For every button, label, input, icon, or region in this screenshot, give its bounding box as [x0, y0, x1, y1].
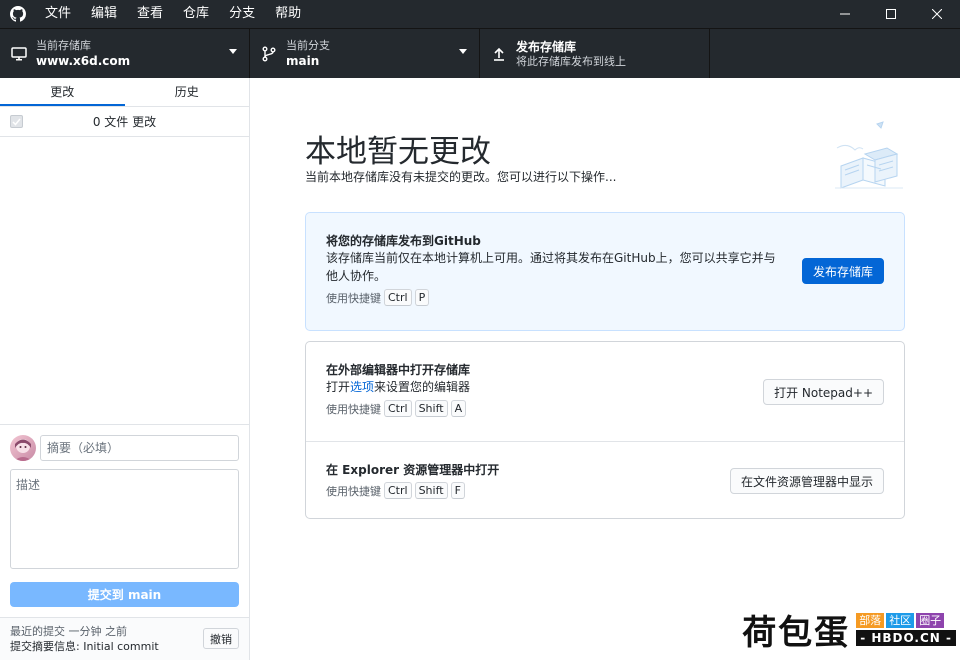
- key-p: P: [414, 289, 430, 306]
- open-editor-desc-pre: 打开: [326, 380, 351, 394]
- avatar: [10, 435, 36, 461]
- key-ctrl: Ctrl: [384, 400, 412, 417]
- watermark-tag: 圈子: [916, 613, 945, 628]
- open-editor-title: 在外部编辑器中打开存储库: [326, 363, 471, 377]
- sidebar: 更改 历史 0 文件 更改 提交到 main 最近的提交 一分钟 之前 提交摘要…: [0, 78, 250, 660]
- key-ctrl: Ctrl: [384, 482, 412, 499]
- publish-shortcut: 使用快捷键 Ctrl P: [326, 289, 884, 306]
- publish-subtitle: 将此存储库发布到线上: [516, 54, 626, 68]
- tab-history[interactable]: 历史: [125, 78, 250, 106]
- menu-edit[interactable]: 编辑: [81, 0, 127, 28]
- show-in-explorer-button[interactable]: 在文件资源管理器中显示: [729, 468, 884, 494]
- maximize-icon: [886, 9, 896, 19]
- changes-count: 0 文件 更改: [92, 115, 157, 129]
- changes-header: 0 文件 更改: [0, 107, 249, 137]
- caret-down-icon: [229, 49, 237, 54]
- publish-card-title: 将您的存储库发布到GitHub: [326, 234, 481, 248]
- undo-button[interactable]: 撤销: [203, 628, 239, 649]
- key-shift: Shift: [414, 482, 448, 499]
- close-icon: [932, 9, 942, 19]
- shortcut-label: 使用快捷键: [326, 402, 381, 416]
- main-panel: 本地暂无更改 当前本地存储库没有未提交的更改。您可以进行以下操作... 将您的存…: [250, 78, 960, 660]
- github-logo-icon: [0, 0, 36, 28]
- minimize-icon: [840, 13, 850, 15]
- page-subtitle: 当前本地存储库没有未提交的更改。您可以进行以下操作...: [305, 170, 617, 184]
- options-link[interactable]: 选项: [350, 380, 374, 394]
- title-bar: 文件 编辑 查看 仓库 分支 帮助: [0, 0, 960, 28]
- repository-name: www.x6d.com: [36, 53, 131, 68]
- branch-label: 当前分支: [286, 38, 330, 52]
- watermark-tag: 社区: [886, 613, 915, 628]
- shortcut-label: 使用快捷键: [326, 291, 381, 305]
- menu-bar: 文件 编辑 查看 仓库 分支 帮助: [36, 0, 311, 28]
- open-editor-description: 打开选项来设置您的编辑器: [326, 378, 786, 396]
- repository-label: 当前存储库: [36, 38, 91, 52]
- watermark-tag: 部落: [856, 613, 885, 628]
- current-branch-button[interactable]: 当前分支 main: [250, 29, 480, 78]
- description-input[interactable]: [10, 469, 239, 569]
- key-shift: Shift: [414, 400, 448, 417]
- key-f: F: [450, 482, 465, 499]
- publish-title: 发布存储库: [516, 39, 577, 54]
- commit-form: 提交到 main: [0, 424, 249, 617]
- empty-state-illustration: [835, 121, 903, 189]
- git-branch-icon: [260, 45, 278, 63]
- menu-branch[interactable]: 分支: [219, 0, 265, 28]
- close-button[interactable]: [914, 0, 960, 28]
- publish-card: 将您的存储库发布到GitHub 该存储库当前仅在本地计算机上可用。通过将其发布在…: [305, 212, 905, 331]
- menu-repository[interactable]: 仓库: [173, 0, 219, 28]
- caret-down-icon: [459, 49, 467, 54]
- window-controls: [822, 0, 960, 28]
- key-ctrl: Ctrl: [384, 289, 412, 306]
- watermark-tags: 部落 社区 圈子: [856, 613, 956, 628]
- actions-card: 在外部编辑器中打开存储库 打开选项来设置您的编辑器 使用快捷键 Ctrl Shi…: [305, 341, 905, 519]
- open-in-notepad-button[interactable]: 打开 Notepad++: [763, 379, 884, 405]
- open-editor-row: 在外部编辑器中打开存储库 打开选项来设置您的编辑器 使用快捷键 Ctrl Shi…: [306, 342, 904, 441]
- monitor-icon: [10, 45, 28, 63]
- shortcut-label: 使用快捷键: [326, 484, 381, 498]
- page-title: 本地暂无更改: [305, 134, 491, 170]
- upload-icon: [490, 45, 508, 63]
- menu-help[interactable]: 帮助: [265, 0, 311, 28]
- sidebar-tabs: 更改 历史: [0, 78, 249, 107]
- toolbar: 当前存储库 www.x6d.com 当前分支 main 发布存储库 将此存储库发…: [0, 28, 960, 78]
- minimize-button[interactable]: [822, 0, 868, 28]
- publish-repository-button[interactable]: 发布存储库 将此存储库发布到线上: [480, 29, 710, 78]
- menu-file[interactable]: 文件: [36, 0, 81, 28]
- tab-changes[interactable]: 更改: [0, 78, 125, 106]
- watermark-domain: - HBDO.CN -: [856, 630, 956, 646]
- key-a: A: [450, 400, 467, 417]
- open-editor-desc-post: 来设置您的编辑器: [374, 380, 471, 394]
- commit-button[interactable]: 提交到 main: [10, 582, 239, 607]
- branch-name: main: [286, 53, 320, 68]
- summary-input[interactable]: [40, 435, 239, 461]
- current-repository-button[interactable]: 当前存储库 www.x6d.com: [0, 29, 250, 78]
- publish-card-description: 该存储库当前仅在本地计算机上可用。通过将其发布在GitHub上，您可以共享它并与…: [326, 251, 776, 283]
- maximize-button[interactable]: [868, 0, 914, 28]
- publish-repository-card-button[interactable]: 发布存储库: [801, 258, 884, 284]
- watermark-logo-text: 荷包蛋: [742, 613, 851, 653]
- last-commit-panel: 最近的提交 一分钟 之前 提交摘要信息: Initial commit 撤销: [0, 617, 249, 660]
- open-explorer-row: 在 Explorer 资源管理器中打开 使用快捷键 Ctrl Shift F 在…: [306, 441, 904, 518]
- menu-view[interactable]: 查看: [127, 0, 173, 28]
- watermark: 荷包蛋 部落 社区 圈子 - HBDO.CN -: [742, 605, 956, 654]
